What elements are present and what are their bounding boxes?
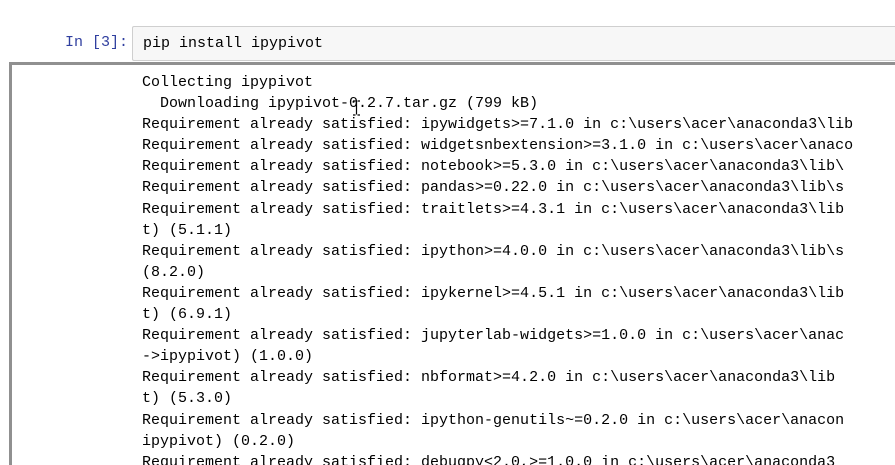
output-line: Downloading ipypivot-0.2.7.tar.gz (799 k… [142, 95, 539, 113]
output-line: Collecting ipypivot [142, 74, 314, 91]
output-line: t) (6.9.1) [142, 306, 233, 324]
output-line: Requirement already satisfied: notebook>… [142, 158, 845, 176]
code-cell-input[interactable]: pip install ipypivot [132, 26, 895, 61]
output-line: Requirement already satisfied: ipywidget… [142, 116, 854, 134]
output-line: Requirement already satisfied: traitlets… [142, 200, 845, 218]
output-line: Requirement already satisfied: jupyterla… [142, 327, 845, 345]
code-input-text[interactable]: pip install ipypivot [143, 34, 323, 54]
output-text: Collecting ipypivot Downloading ipypivot… [142, 72, 853, 465]
text-cursor-icon [353, 100, 360, 116]
cell-prompt: In [3]: [64, 34, 128, 51]
output-line: Requirement already satisfied: nbformat>… [142, 369, 836, 387]
output-line: Requirement already satisfied: ipython-g… [142, 411, 845, 429]
output-line: (8.2.0) [142, 263, 206, 281]
cell-output-area[interactable]: Collecting ipypivot Downloading ipypivot… [9, 62, 895, 465]
output-line: ->ipypivot) (1.0.0) [142, 348, 314, 366]
output-line: Requirement already satisfied: widgetsnb… [142, 137, 854, 155]
output-line: t) (5.1.1) [142, 221, 233, 239]
output-line: Requirement already satisfied: pandas>=0… [142, 179, 845, 197]
notebook-page: In [3]: pip install ipypivot Collecting … [0, 0, 895, 465]
output-line: Requirement already satisfied: ipython>=… [142, 242, 845, 260]
output-line: t) (5.3.0) [142, 390, 233, 408]
output-line: Requirement already satisfied: ipykernel… [142, 284, 845, 302]
output-line: Requirement already satisfied: debugpy<2… [142, 453, 836, 465]
output-line: ipypivot) (0.2.0) [142, 432, 296, 450]
